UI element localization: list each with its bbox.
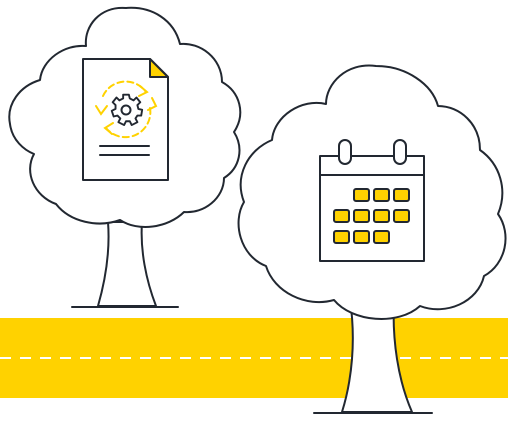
road-band [0,318,508,398]
calendar-body [319,155,425,262]
document-with-gear-and-refresh-icon [82,58,169,181]
illustration-scene [0,6,508,414]
calendar-ring-left [338,139,352,165]
road [0,318,508,398]
calendar-ring-right [393,139,407,165]
calendar-icon [319,139,425,262]
left-tree-trunk [97,221,157,307]
